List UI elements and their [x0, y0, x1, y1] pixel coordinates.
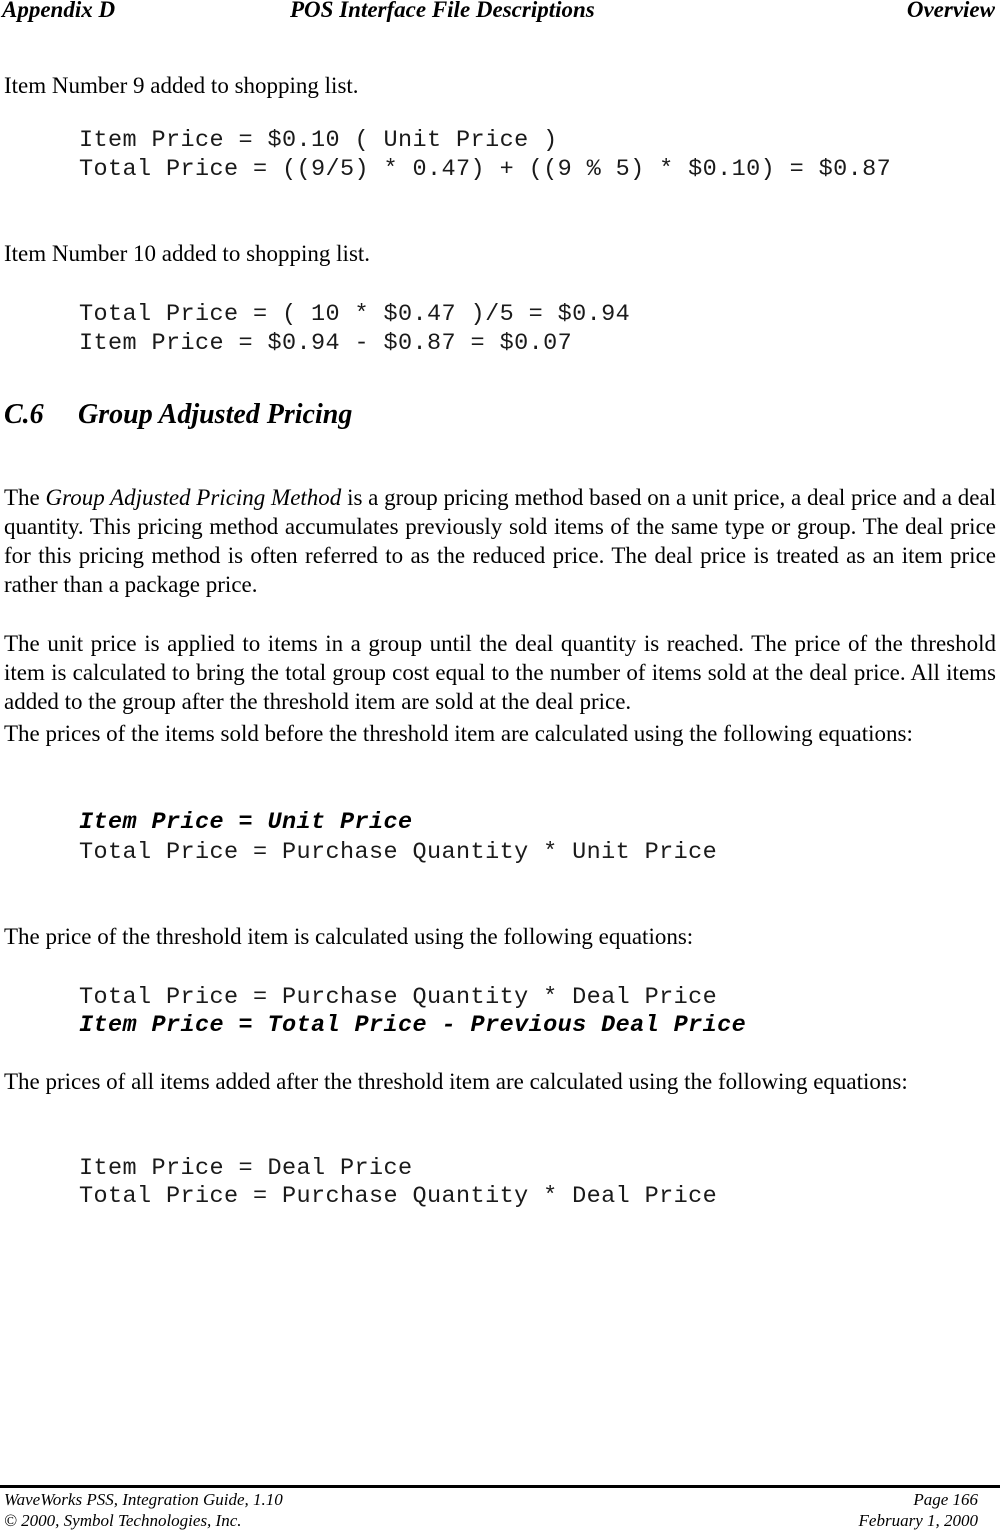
equation-after-item-price: Item Price = Deal Price [79, 1155, 413, 1182]
example-9-line-2: Total Price = ((9/5) * 0.47) + ((9 % 5) … [79, 156, 892, 183]
equation-after-total-price: Total Price = Purchase Quantity * Deal P… [79, 1183, 718, 1210]
example-10-line-2: Item Price = $0.94 - $0.87 = $0.07 [79, 330, 573, 357]
paragraph-definition: The Group Adjusted Pricing Method is a g… [4, 483, 996, 599]
equation-threshold-item-price: Item Price = Total Price - Previous Deal… [79, 1012, 747, 1039]
footer-divider [0, 1485, 1000, 1488]
footer-date: February 1, 2000 [858, 1511, 978, 1530]
paragraph-threshold-explanation: The unit price is applied to items in a … [4, 631, 996, 714]
paragraph-before-threshold: The prices of the items sold before the … [4, 721, 913, 746]
equation-before-total-price: Total Price = Purchase Quantity * Unit P… [79, 839, 718, 866]
equation-threshold-total-price: Total Price = Purchase Quantity * Deal P… [79, 984, 718, 1011]
footer-page-number: Page 166 [913, 1490, 978, 1509]
section-title: Group Adjusted Pricing [78, 399, 353, 430]
example-10-caption: Item Number 10 added to shopping list. [4, 241, 371, 266]
example-10-line-1: Total Price = ( 10 * $0.47 )/5 = $0.94 [79, 301, 631, 328]
section-heading: C.6 Group Adjusted Pricing [4, 399, 352, 431]
equation-before-item-price: Item Price = Unit Price [79, 809, 413, 836]
header-title: POS Interface File Descriptions [290, 0, 595, 22]
footer-document-title: WaveWorks PSS, Integration Guide, 1.10 [4, 1490, 283, 1509]
paragraph-text: The [4, 485, 46, 510]
method-name-term: Group Adjusted Pricing Method [45, 485, 342, 510]
header-section: Overview [906, 0, 995, 22]
example-9-caption: Item Number 9 added to shopping list. [4, 73, 359, 98]
section-number: C.6 [4, 399, 44, 430]
footer-copyright: © 2000, Symbol Technologies, Inc. [4, 1511, 242, 1530]
paragraph-threshold-item: The price of the threshold item is calcu… [4, 924, 694, 949]
header-chapter: Appendix D [2, 0, 116, 22]
example-9-line-1: Item Price = $0.10 ( Unit Price ) [79, 127, 558, 154]
paragraph-after-threshold: The prices of all items added after the … [4, 1069, 908, 1094]
